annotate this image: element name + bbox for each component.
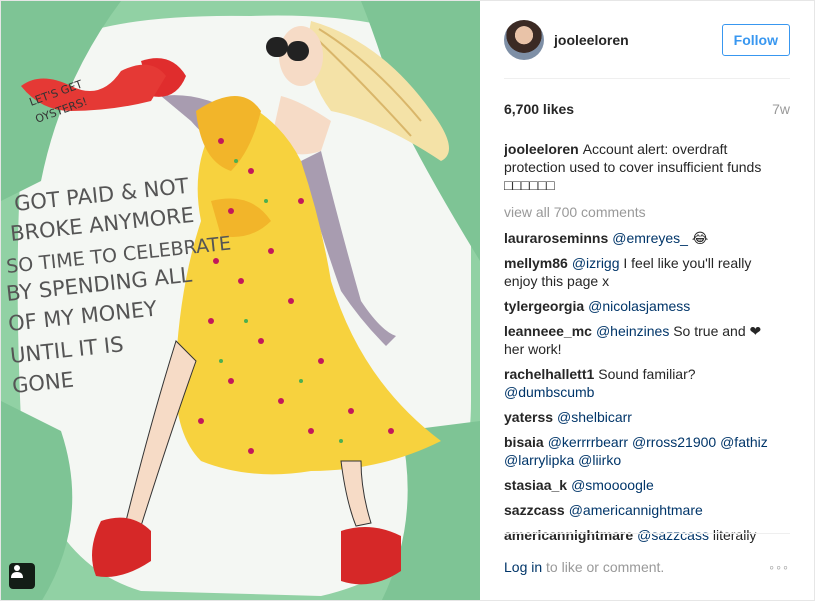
post-age[interactable]: 7w: [772, 101, 790, 117]
follow-button[interactable]: Follow: [721, 23, 790, 56]
user-tag-button[interactable]: [9, 563, 35, 589]
login-prompt: Log in to like or comment.: [504, 559, 664, 575]
post-sidebar: jooleeloren Follow 6,700 likes 7w joolee…: [480, 1, 814, 600]
login-text: to like or comment.: [542, 559, 665, 575]
comment-mention[interactable]: @heinzines: [596, 323, 669, 339]
comment-mention[interactable]: @americannightmare: [569, 502, 703, 518]
fashion-illustration: LET'S GET OYSTERS! GOT PAID & NOT BROKE …: [1, 1, 480, 600]
person-icon: [11, 565, 23, 578]
comment-text: 😂: [687, 230, 709, 246]
comment-mention[interactable]: @kerrrrbearr: [548, 434, 628, 450]
comment-mention[interactable]: @izrigg: [572, 255, 620, 271]
comment-username[interactable]: yaterss: [504, 409, 553, 425]
comment-username[interactable]: lauraroseminns: [504, 230, 608, 246]
comment-mention[interactable]: @shelbicarr: [557, 409, 632, 425]
instagram-post: LET'S GET OYSTERS! GOT PAID & NOT BROKE …: [0, 0, 815, 601]
likes-row: 6,700 likes 7w: [504, 79, 790, 138]
login-link[interactable]: Log in: [504, 559, 542, 575]
comment-mention[interactable]: @rross21900: [632, 434, 716, 450]
comment-mention[interactable]: @dumbscumb: [504, 384, 594, 400]
comment-mention[interactable]: @liirko: [578, 452, 621, 468]
post-footer: Log in to like or comment. ◦◦◦: [504, 533, 790, 600]
comment-item: yaterss @shelbicarr: [504, 408, 768, 426]
comment-item: bisaia @kerrrrbearr @rross21900 @fathiz @…: [504, 433, 768, 469]
comments-list: jooleeloren Account alert: overdraft prot…: [504, 140, 790, 543]
comment-item: rachelhallett1 Sound familiar? @dumbscumb: [504, 365, 768, 401]
comment-item: lauraroseminns @emreyes_ 😂: [504, 229, 768, 247]
caption-username[interactable]: jooleeloren: [504, 141, 579, 157]
post-image[interactable]: LET'S GET OYSTERS! GOT PAID & NOT BROKE …: [1, 1, 480, 600]
comment-username[interactable]: rachelhallett1: [504, 366, 594, 382]
comment-item: mellym86 @izrigg I feel like you'll reall…: [504, 254, 768, 290]
view-all-comments-link[interactable]: view all 700 comments: [504, 203, 768, 221]
comment-mention[interactable]: @nicolasjamess: [588, 298, 690, 314]
post-header: jooleeloren Follow: [504, 1, 790, 79]
comment-username[interactable]: leanneee_mc: [504, 323, 592, 339]
comment-item: sazzcass @americannightmare: [504, 501, 768, 519]
avatar[interactable]: [504, 19, 544, 60]
caption: jooleeloren Account alert: overdraft prot…: [504, 140, 768, 194]
comment-username[interactable]: sazzcass: [504, 502, 565, 518]
more-options-icon[interactable]: ◦◦◦: [769, 559, 790, 575]
likes-count[interactable]: 6,700 likes: [504, 101, 574, 117]
comment-mention[interactable]: @emreyes_: [612, 230, 688, 246]
comment-items: lauraroseminns @emreyes_ 😂 mellym86 @izrigg…: [504, 229, 768, 543]
comment-username[interactable]: mellym86: [504, 255, 568, 271]
comment-username[interactable]: stasiaa_k: [504, 477, 567, 493]
comment-item: leanneee_mc @heinzines So true and ❤ her …: [504, 322, 768, 358]
comment-mention[interactable]: @larrylipka: [504, 452, 574, 468]
post-username[interactable]: jooleeloren: [554, 32, 722, 48]
comment-item: stasiaa_k @smoooogle: [504, 476, 768, 494]
comment-username[interactable]: bisaia: [504, 434, 544, 450]
comment-text: Sound familiar?: [598, 366, 696, 382]
comment-item: tylergeorgia @nicolasjamess: [504, 297, 768, 315]
comment-mention[interactable]: @smoooogle: [571, 477, 654, 493]
comments-area[interactable]: jooleeloren Account alert: overdraft prot…: [504, 138, 790, 543]
comment-mention[interactable]: @fathiz: [720, 434, 768, 450]
comment-username[interactable]: tylergeorgia: [504, 298, 584, 314]
